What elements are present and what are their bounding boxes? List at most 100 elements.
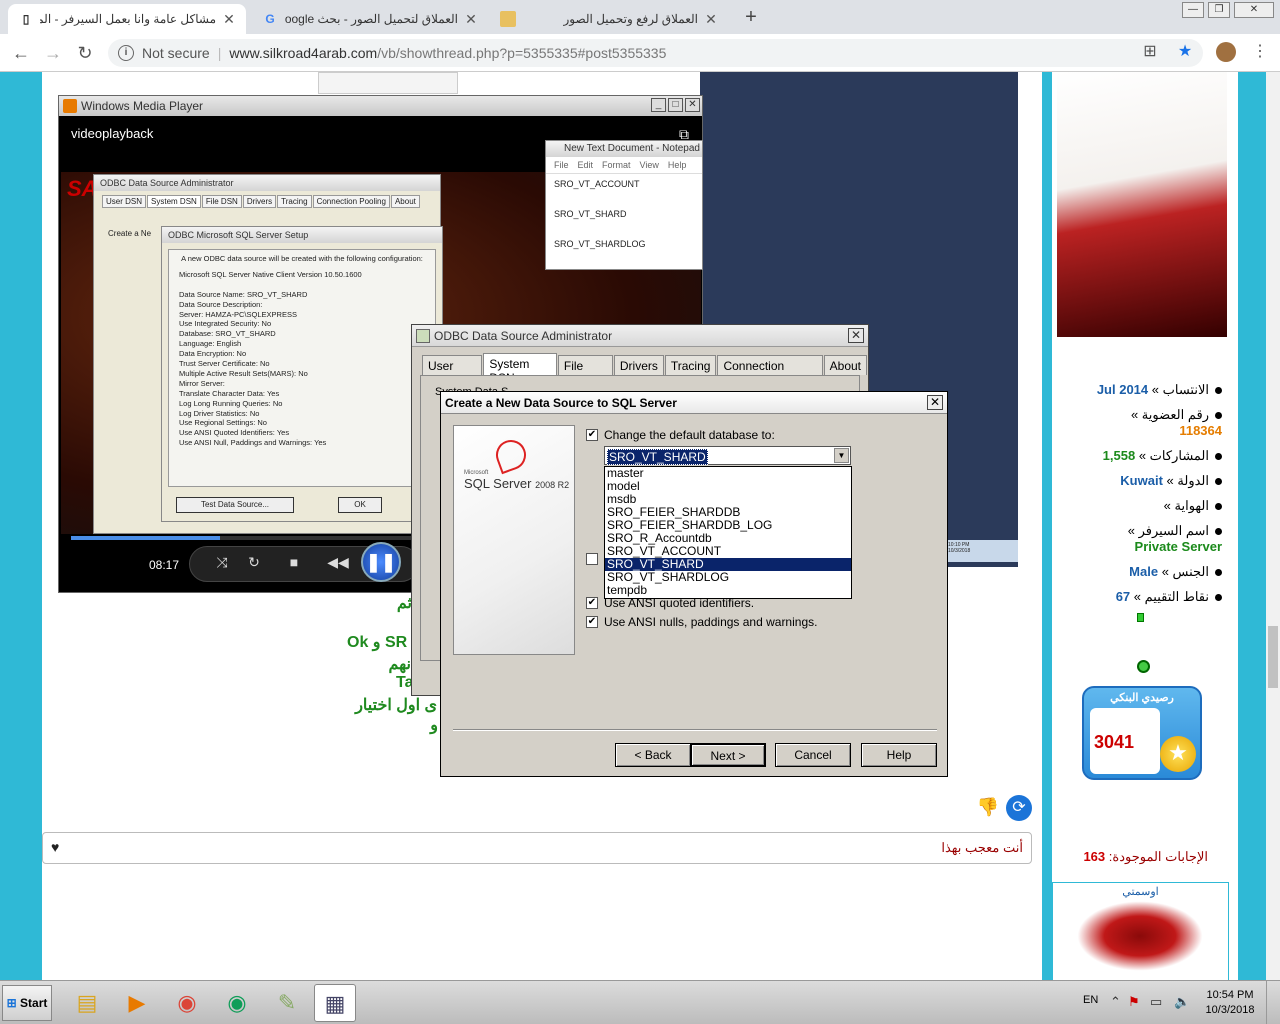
cancel-button[interactable]: Cancel xyxy=(775,743,851,767)
minimize-button[interactable]: _ xyxy=(651,98,666,112)
translate-icon[interactable]: ⊞ xyxy=(1140,42,1160,62)
tab-file-dsn[interactable]: File DSN xyxy=(557,355,613,387)
shuffle-icon[interactable]: ⤨ xyxy=(211,554,233,571)
database-select[interactable]: SRO_VT_SHARD ▼ xyxy=(604,446,851,465)
back-button[interactable]: ← xyxy=(10,42,32,64)
info-icon[interactable]: i xyxy=(118,45,134,61)
video-setup-lines: Microsoft SQL Server Native Client Versi… xyxy=(179,270,425,448)
video-title: videoplayback xyxy=(71,126,154,141)
clock[interactable]: 10:54 PM 10/3/2018 xyxy=(1190,988,1270,1018)
tab-drivers[interactable]: Drivers xyxy=(613,355,664,375)
taskbar: ⊞ Start ▤ ▶ ◉ ◉ ✎ ▦ EN ⌃ ⚑ ▭ 🔈 10:54 PM 1… xyxy=(0,980,1280,1024)
odbc-tabs: User DSN System DSN File DSN Drivers Tra… xyxy=(422,353,868,387)
post-line: و xyxy=(430,717,438,734)
setup-line: Data Source Name: SRO_VT_SHARD xyxy=(179,289,308,299)
network-icon[interactable]: ▭ xyxy=(1150,994,1162,1010)
url-host: www.silkroad4arab.com xyxy=(229,45,378,61)
show-desktop-button[interactable] xyxy=(1266,981,1280,1024)
field-label: اسم السيرفر » xyxy=(1127,523,1209,538)
database-option[interactable]: model xyxy=(605,480,851,493)
previous-icon[interactable]: ◀◀ xyxy=(327,554,349,571)
media-player-taskbar-icon[interactable]: ▶ xyxy=(116,984,158,1022)
close-button[interactable]: ✕ xyxy=(927,395,943,410)
tab-user-dsn[interactable]: User DSN xyxy=(422,355,483,387)
heart-icon[interactable]: ♥ xyxy=(51,839,59,855)
field-label: الدولة » xyxy=(1166,473,1209,488)
minimize-button[interactable]: — xyxy=(1182,2,1204,18)
tab-google-search[interactable]: G العملاق لتحميل الصور - بحث Google ✕ xyxy=(252,4,488,34)
window-close-button[interactable]: ✕ xyxy=(1234,2,1274,18)
database-select-value: SRO_VT_SHARD xyxy=(607,449,708,465)
create-data-source-dialog: Create a New Data Source to SQL Server ✕… xyxy=(440,391,948,777)
video-ok-button: OK xyxy=(338,497,382,513)
new-tab-button[interactable]: + xyxy=(740,6,762,28)
close-icon[interactable]: ✕ xyxy=(222,11,236,28)
ansi-nulls-checkbox[interactable]: ✔ xyxy=(586,616,598,628)
volume-icon[interactable]: 🔈 xyxy=(1174,994,1190,1010)
bookmark-star-icon[interactable]: ★ xyxy=(1175,42,1195,62)
tab-about[interactable]: About xyxy=(823,355,867,375)
close-icon[interactable]: ✕ xyxy=(464,11,478,28)
video-tray: 10:10 PM 10/3/2018 xyxy=(946,540,1018,562)
share-icon[interactable]: ⟳ xyxy=(1006,795,1032,821)
change-db-checkbox[interactable]: ✔ xyxy=(586,429,598,441)
ansi-quoted-checkbox[interactable]: ✔ xyxy=(586,597,598,609)
odbc-admin-taskbar-icon[interactable]: ▦ xyxy=(314,984,356,1022)
page-scrollbar[interactable] xyxy=(1266,72,1280,980)
chevron-down-icon[interactable]: ▼ xyxy=(834,448,849,463)
tab-tracing[interactable]: Tracing xyxy=(664,355,717,375)
reload-button[interactable]: ↻ xyxy=(74,42,96,64)
help-button[interactable]: Help xyxy=(861,743,937,767)
dislike-icon[interactable]: 👎 xyxy=(975,797,1001,819)
maximize-button[interactable]: □ xyxy=(668,98,683,112)
tab-title: العملاق لتحميل الصور - بحث Google xyxy=(284,12,458,26)
sql-server-logo-icon xyxy=(491,435,531,475)
scrollbar-thumb[interactable] xyxy=(1268,626,1278,688)
setup-line: Microsoft SQL Server Native Client Versi… xyxy=(179,269,362,279)
language-indicator[interactable]: EN xyxy=(1083,994,1098,1006)
setup-line: Mirror Server: xyxy=(179,378,225,388)
chrome-icon[interactable]: ◉ xyxy=(166,984,208,1022)
address-bar[interactable]: i Not secure | www.silkroad4arab.com/vb/… xyxy=(108,39,1203,67)
close-icon[interactable]: ✕ xyxy=(704,11,718,28)
tab-system-dsn[interactable]: System DSN xyxy=(483,353,557,385)
bank-value: 3041 xyxy=(1094,732,1135,752)
stop-icon[interactable]: ■ xyxy=(283,554,305,570)
change-db-label: Change the default database to: xyxy=(604,428,775,442)
video-tab: User DSN xyxy=(102,195,147,208)
database-option[interactable]: master xyxy=(605,467,851,480)
start-button[interactable]: ⊞ Start xyxy=(2,985,52,1021)
chrome-icon[interactable]: ◉ xyxy=(216,984,258,1022)
tab-image-site[interactable]: العملاق لرفع وتحميل الصور ✕ xyxy=(490,4,728,34)
create-ds-title: Create a New Data Source to SQL Server xyxy=(445,396,677,410)
logo-product: SQL Server xyxy=(464,476,532,491)
file-explorer-icon[interactable]: ▤ xyxy=(66,984,108,1022)
next-button[interactable]: Next > xyxy=(690,743,766,767)
video-tab: File DSN xyxy=(201,195,242,208)
profile-avatar[interactable] xyxy=(1216,42,1236,62)
paint-icon[interactable]: ✎ xyxy=(266,984,308,1022)
odbc-admin-title: ODBC Data Source Administrator xyxy=(434,329,613,343)
forward-button[interactable]: → xyxy=(42,42,64,64)
back-button[interactable]: < Back xyxy=(615,743,691,767)
close-button[interactable]: ✕ xyxy=(848,328,864,343)
video-tab: Drivers xyxy=(242,195,277,208)
menu-icon[interactable]: ⋮ xyxy=(1250,42,1270,62)
repeat-icon[interactable]: ↻ xyxy=(243,554,265,571)
option-checkbox[interactable] xyxy=(586,553,598,565)
action-center-icon[interactable]: ⚑ xyxy=(1128,994,1140,1010)
toolbar: ← → ↻ i Not secure | www.silkroad4arab.c… xyxy=(0,34,1280,72)
ansi-nulls-label: Use ANSI nulls, paddings and warnings. xyxy=(604,615,818,629)
notepad-menu-item: Format xyxy=(602,160,631,170)
tab-connection-pooling[interactable]: Connection Pooling xyxy=(717,355,823,387)
sidebar-field-rating: نقاط التقييم » 67 xyxy=(1116,589,1222,605)
ansi-quoted-label: Use ANSI quoted identifiers. xyxy=(604,596,755,610)
tab-forum[interactable]: ▯ مشاكل عامة وانا بعمل السيرفر - الموقع … xyxy=(8,4,246,34)
restore-button[interactable]: ❐ xyxy=(1208,2,1230,18)
video-create-new: Create a Ne xyxy=(108,229,152,238)
close-button[interactable]: ✕ xyxy=(685,98,700,112)
show-hidden-icons-icon[interactable]: ⌃ xyxy=(1110,994,1121,1010)
current-time: 08:17 xyxy=(149,558,180,572)
video-setup-title: ODBC Microsoft SQL Server Setup xyxy=(162,227,442,243)
pause-button[interactable]: ❚❚ xyxy=(361,542,401,582)
